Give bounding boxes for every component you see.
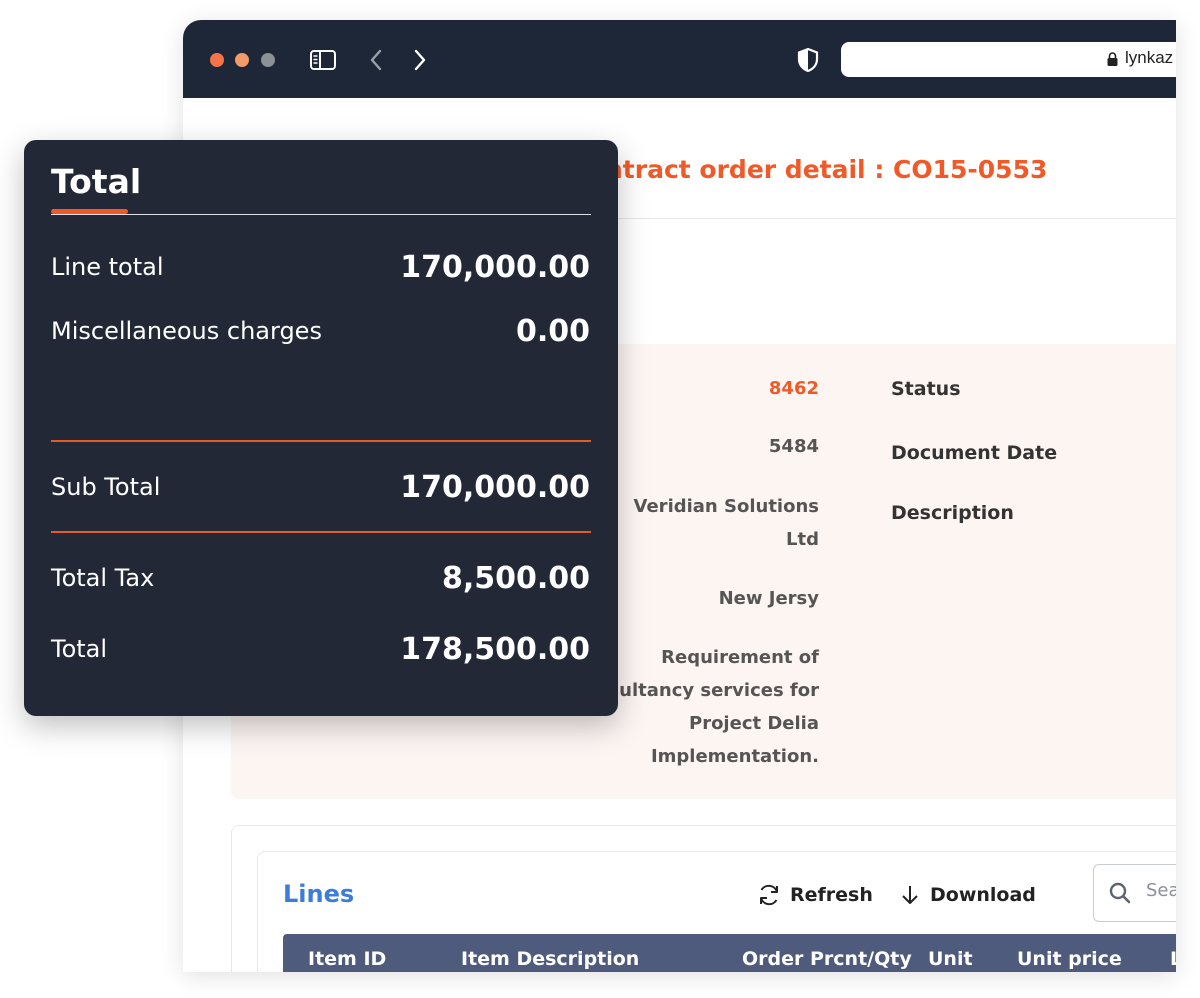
lines-table-header: Item ID Item Description Order Prcnt/Qty… [283,934,1176,972]
line-total-value: 170,000.00 [400,250,590,285]
column-header-unit[interactable]: Unit [928,948,973,970]
lines-search-box[interactable] [1093,864,1176,922]
description-line-1: Requirement of [661,647,819,668]
line-total-label: Line total [51,253,164,281]
grand-total-value: 178,500.00 [400,632,590,667]
description-line-2: ultancy services for [619,680,819,701]
document-date-label: Document Date [891,442,1058,464]
status-label: Status [891,378,961,400]
company-value: Veridian Solutions Ltd [634,490,819,556]
refresh-button[interactable]: Refresh [756,880,873,910]
url-text: lynkaz [1125,48,1174,67]
total-title-accent [51,209,128,214]
lines-search-input[interactable] [1144,879,1176,902]
sub-total-label: Sub Total [51,473,161,501]
misc-charges-label: Miscellaneous charges [51,317,322,345]
download-label: Download [930,884,1036,906]
column-header-item-id[interactable]: Item ID [308,948,386,970]
refresh-icon [760,884,778,906]
company-line-1: Veridian Solutions [633,496,819,517]
back-arrow-icon[interactable] [363,46,391,74]
totals-divider-1 [51,440,591,442]
company-line-2: Ltd [786,529,819,550]
lines-title: Lines [283,880,355,908]
column-header-unit-price[interactable]: Unit price [1017,948,1122,970]
column-header-line[interactable]: L [1170,948,1176,970]
order-id-value[interactable]: 8462 [769,372,819,405]
sub-total-value: 170,000.00 [400,470,590,505]
total-tax-label: Total Tax [51,564,155,592]
maximize-window-dot[interactable] [261,53,275,67]
total-tax-value: 8,500.00 [441,561,590,596]
misc-charges-value: 0.00 [515,314,590,349]
browser-titlebar: lynkaz [183,20,1176,98]
minimize-window-dot[interactable] [235,53,249,67]
description-label: Description [891,502,1014,524]
lines-card: Lines Refresh Download Search Item ID It… [231,825,1176,972]
description-line-3: Project Delia [689,713,819,734]
download-button[interactable]: Download [898,880,1036,910]
address-bar[interactable]: lynkaz [841,42,1176,77]
vendor-id-value: 5484 [768,436,819,457]
total-title-underline [51,214,591,215]
download-arrow-icon [902,886,918,904]
total-summary-card: Total Line total 170,000.00 Miscellaneou… [24,140,618,716]
lines-inner-card: Lines Refresh Download Search Item ID It… [257,851,1176,972]
title-divider [583,218,1176,219]
lock-icon [1107,52,1118,66]
forward-arrow-icon[interactable] [405,46,433,74]
close-window-dot[interactable] [210,53,224,67]
refresh-label: Refresh [790,884,873,906]
column-header-order-qty[interactable]: Order Prcnt/Qty [742,948,912,970]
description-value: Requirement of ultancy services for Proj… [619,641,819,773]
page-title: ntract order detail : CO15-0553 [605,155,1048,184]
search-icon [1109,882,1131,904]
description-line-4: Implementation. [650,746,819,767]
location-value: New Jersy [718,588,819,609]
total-card-title: Total [51,162,142,201]
sidebar-toggle-icon[interactable] [309,46,337,74]
column-header-item-description[interactable]: Item Description [461,948,639,970]
shield-icon[interactable] [794,46,822,74]
totals-divider-2 [51,531,591,533]
grand-total-label: Total [51,635,108,663]
